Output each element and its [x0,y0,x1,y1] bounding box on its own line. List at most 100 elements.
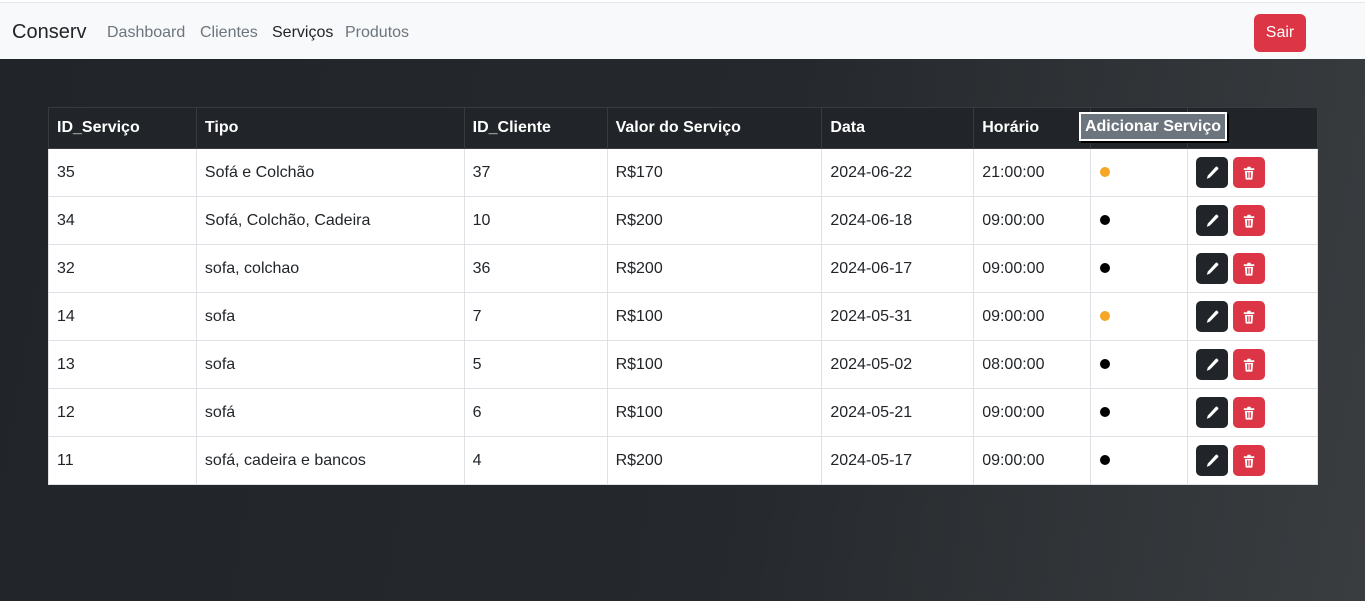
delete-button[interactable] [1233,205,1266,236]
cell-horario: 09:00:00 [973,436,1092,485]
cell-id-cliente: 37 [463,148,608,197]
brand-logo[interactable]: Conserv [12,21,86,44]
nav-link-clientes[interactable]: Clientes [200,24,258,42]
cell-horario: 09:00:00 [973,388,1092,437]
cell-actions [1187,196,1318,245]
trash-icon [1243,454,1255,468]
navbar: Conserv Dashboard Clientes Serviços Prod… [0,2,1365,59]
pencil-icon [1206,262,1219,275]
cell-data: 2024-06-22 [821,148,975,197]
status-dot [1100,358,1111,369]
delete-button[interactable] [1233,253,1266,284]
trash-icon [1243,310,1255,324]
cell-id-cliente: 4 [463,436,608,485]
cell-valor: R$100 [606,388,823,437]
table-row: 32 sofa, colchao 36 R$200 2024-06-17 09:… [48,244,1318,293]
cell-id-cliente: 36 [463,244,608,293]
cell-status [1090,436,1189,485]
edit-button[interactable] [1196,397,1229,428]
cell-valor: R$100 [606,292,823,341]
pencil-icon [1206,310,1219,323]
status-dot [1100,262,1111,273]
pencil-icon [1206,358,1219,371]
table-row: 14 sofa 7 R$100 2024-05-31 09:00:00 [48,292,1318,341]
delete-button[interactable] [1233,445,1266,476]
delete-button[interactable] [1233,301,1266,332]
pencil-icon [1206,406,1219,419]
trash-icon [1243,406,1255,420]
cell-status [1090,148,1189,197]
nav-link-dashboard[interactable]: Dashboard [107,24,185,42]
cell-data: 2024-05-31 [821,292,975,341]
delete-button[interactable] [1233,349,1266,380]
header-valor: Valor do Serviço [606,107,823,149]
delete-button[interactable] [1233,397,1266,428]
cell-id-servico: 12 [48,388,197,437]
edit-button[interactable] [1196,349,1229,380]
cell-actions [1187,340,1318,389]
cell-tipo: sofa [195,340,465,389]
edit-button[interactable] [1196,445,1229,476]
header-id-servico: ID_Serviço [48,107,197,149]
status-dot [1100,214,1111,225]
logout-button[interactable]: Sair [1254,14,1306,52]
cell-actions [1187,148,1318,197]
status-dot [1100,406,1111,417]
cell-actions [1187,244,1318,293]
cell-status [1090,196,1189,245]
cell-id-servico: 35 [48,148,197,197]
cell-id-servico: 34 [48,196,197,245]
add-service-button[interactable]: Adicionar Serviço [1079,112,1227,141]
cell-valor: R$200 [606,196,823,245]
pencil-icon [1206,214,1219,227]
cell-tipo: sofa, colchao [195,244,465,293]
table-row: 35 Sofá e Colchão 37 R$170 2024-06-22 21… [48,148,1318,197]
edit-button[interactable] [1196,157,1229,188]
services-table: ID_Serviço Tipo ID_Cliente Valor do Serv… [48,107,1318,485]
edit-button[interactable] [1196,253,1229,284]
cell-tipo: sofá [195,388,465,437]
table-body: 35 Sofá e Colchão 37 R$170 2024-06-22 21… [48,148,1318,485]
delete-button[interactable] [1233,157,1266,188]
table-row: 13 sofa 5 R$100 2024-05-02 08:00:00 [48,340,1318,389]
cell-actions [1187,292,1318,341]
trash-icon [1243,166,1255,180]
cell-tipo: Sofá e Colchão [195,148,465,197]
cell-data: 2024-05-17 [821,436,975,485]
cell-data: 2024-05-02 [821,340,975,389]
cell-status [1090,292,1189,341]
cell-id-cliente: 6 [463,388,608,437]
cell-valor: R$170 [606,148,823,197]
status-dot [1100,166,1111,177]
cell-status [1090,340,1189,389]
cell-actions [1187,388,1318,437]
cell-id-servico: 32 [48,244,197,293]
cell-id-servico: 13 [48,340,197,389]
trash-icon [1243,214,1255,228]
edit-button[interactable] [1196,301,1229,332]
edit-button[interactable] [1196,205,1229,236]
nav-link-servicos[interactable]: Serviços [272,24,333,42]
table-row: 11 sofá, cadeira e bancos 4 R$200 2024-0… [48,436,1318,485]
trash-icon [1243,262,1255,276]
status-dot [1100,454,1111,465]
nav-link-produtos[interactable]: Produtos [345,24,409,42]
cell-actions [1187,436,1318,485]
cell-id-servico: 14 [48,292,197,341]
table-row: 12 sofá 6 R$100 2024-05-21 09:00:00 [48,388,1318,437]
cell-data: 2024-05-21 [821,388,975,437]
pencil-icon [1206,454,1219,467]
cell-horario: 09:00:00 [973,292,1092,341]
pencil-icon [1206,166,1219,179]
cell-status [1090,388,1189,437]
cell-id-servico: 11 [48,436,197,485]
cell-id-cliente: 7 [463,292,608,341]
header-data: Data [821,107,975,149]
cell-horario: 09:00:00 [973,196,1092,245]
table-row: 34 Sofá, Colchão, Cadeira 10 R$200 2024-… [48,196,1318,245]
cell-valor: R$200 [606,244,823,293]
cell-horario: 08:00:00 [973,340,1092,389]
cell-id-cliente: 10 [463,196,608,245]
trash-icon [1243,358,1255,372]
cell-tipo: sofa [195,292,465,341]
